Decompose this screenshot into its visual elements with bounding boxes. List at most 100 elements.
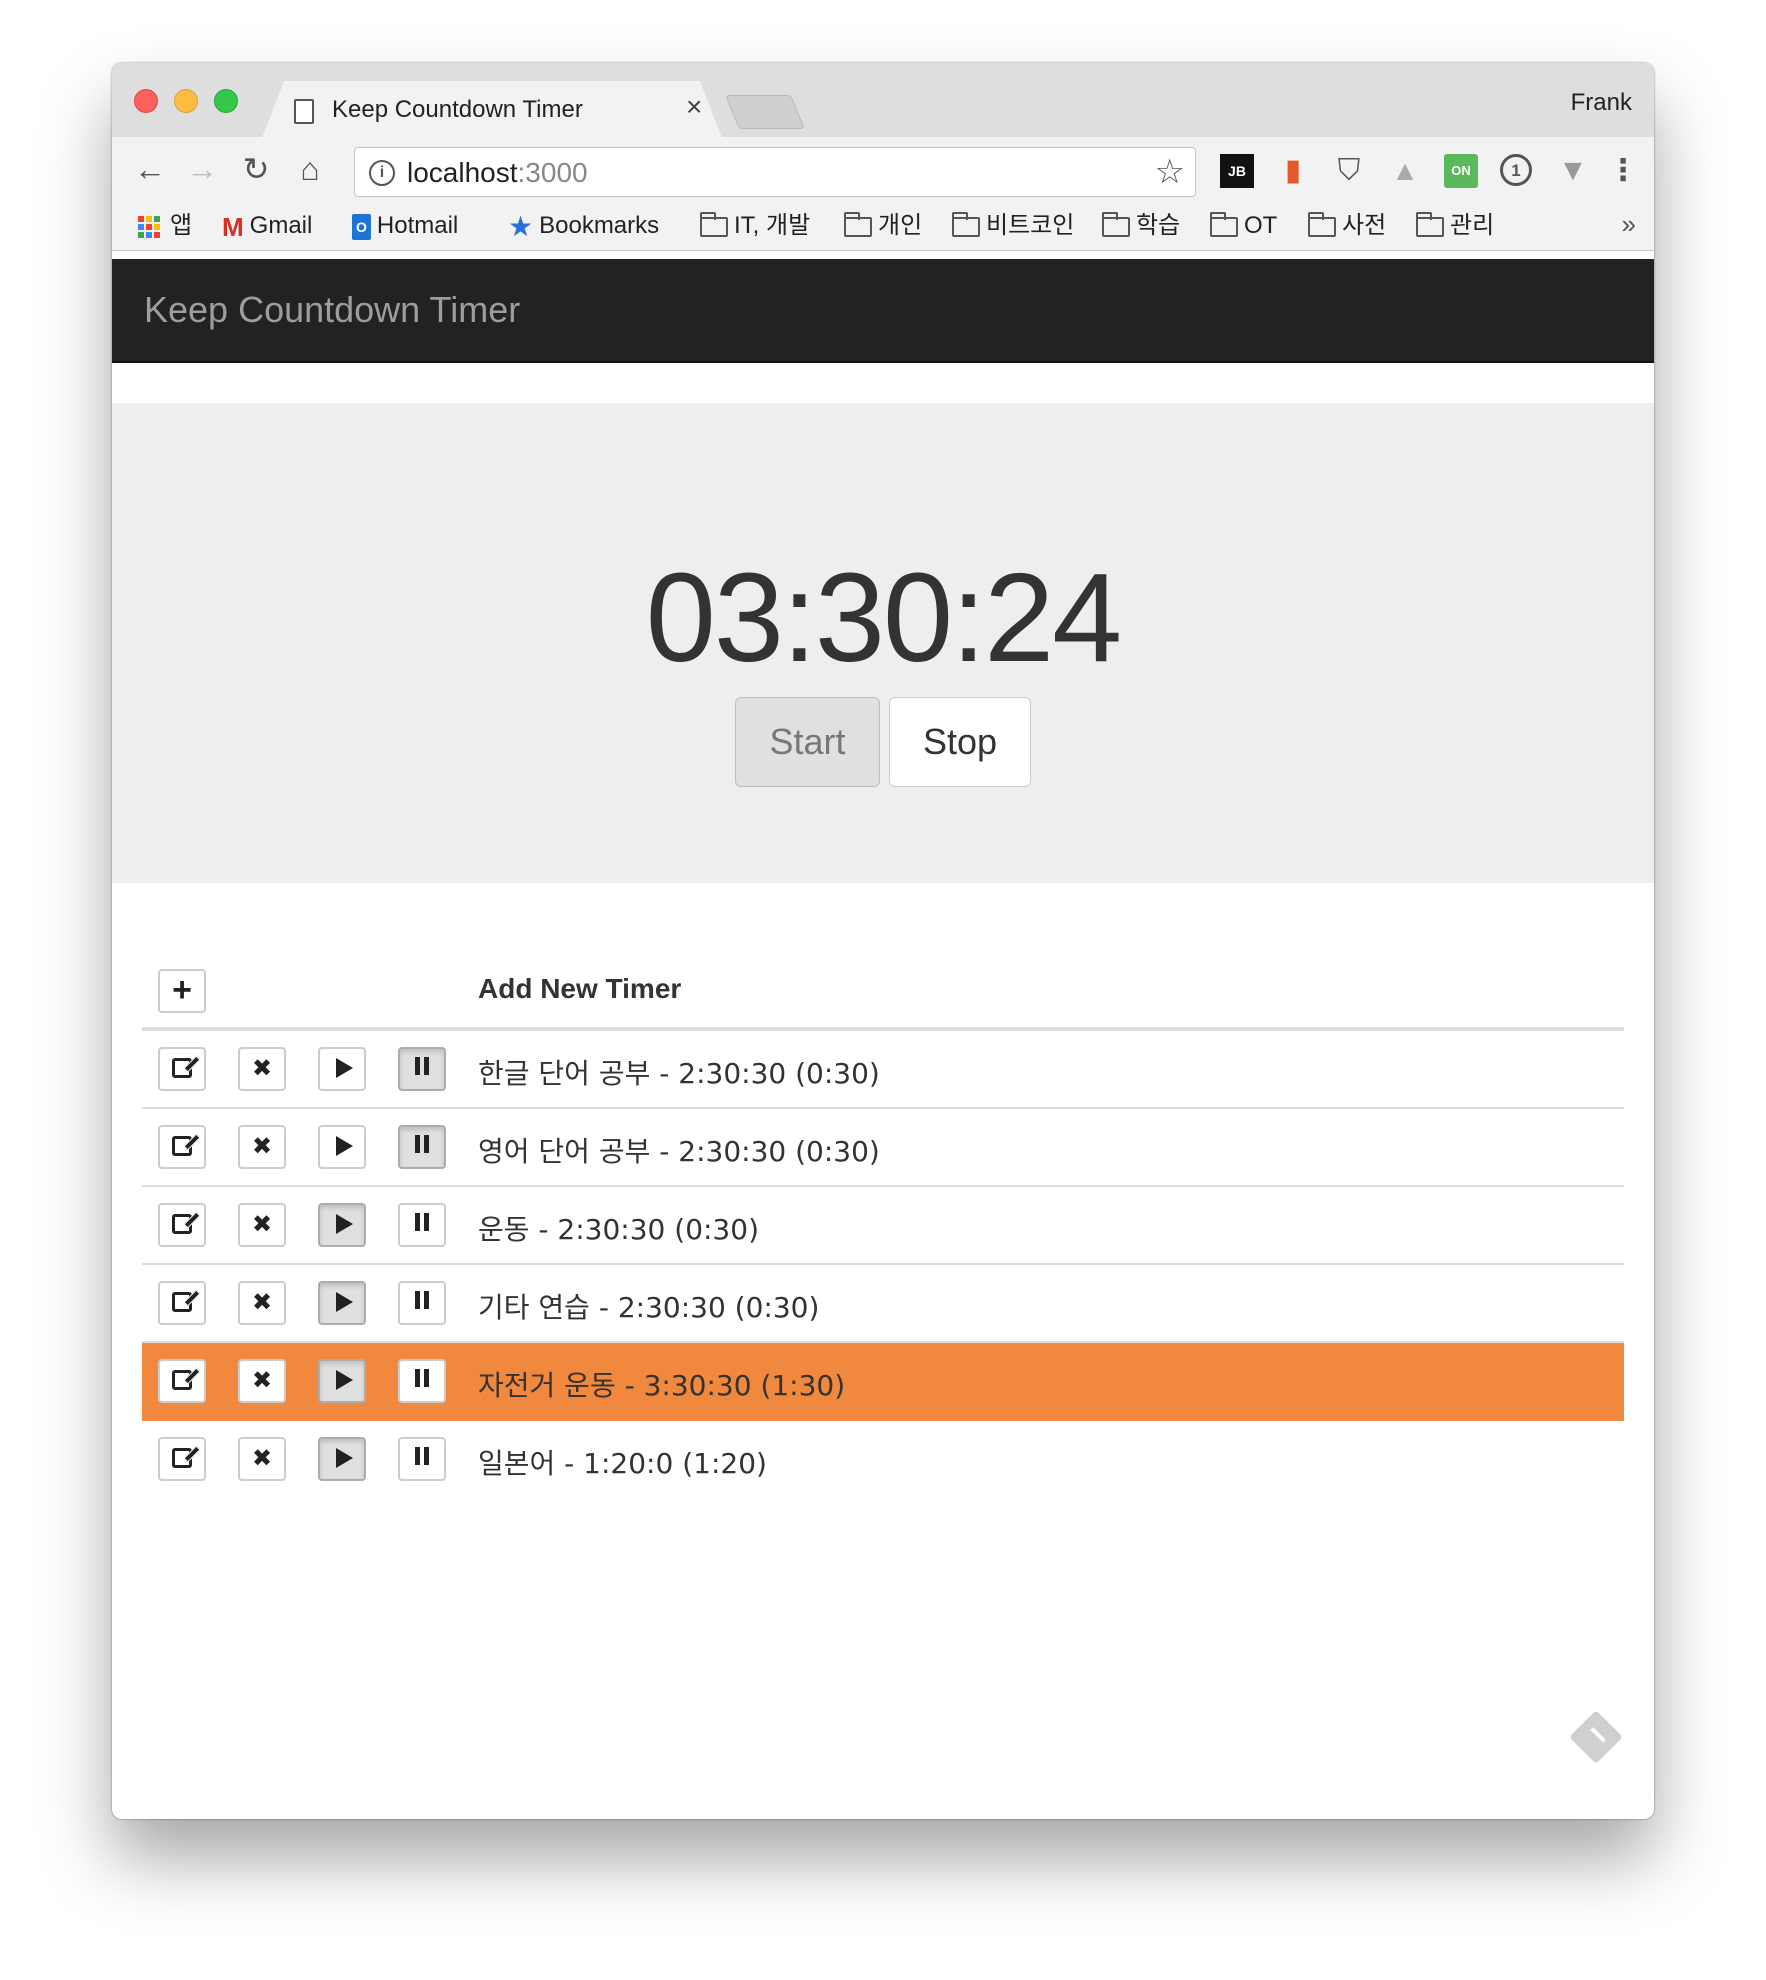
timer-label: 영어 단어 공부 - 2:30:30 (0:30) bbox=[478, 1135, 880, 1168]
delete-timer-button[interactable]: ✖ bbox=[238, 1281, 286, 1325]
forward-icon[interactable]: → bbox=[182, 147, 222, 191]
timer-label: 운동 - 2:30:30 (0:30) bbox=[478, 1213, 759, 1246]
vue-devtools-icon[interactable]: ▼ bbox=[1556, 154, 1590, 188]
pause-icon bbox=[413, 1438, 431, 1478]
outlook-icon: O bbox=[352, 213, 371, 240]
drive-icon[interactable]: ▲ bbox=[1388, 154, 1422, 188]
pause-timer-button[interactable] bbox=[398, 1359, 446, 1403]
tab-title: Keep Countdown Timer bbox=[332, 96, 583, 123]
bookmark-star-icon[interactable]: ☆ bbox=[1155, 152, 1185, 192]
address-bar[interactable]: i localhost:3000 ☆ bbox=[354, 147, 1196, 197]
play-icon bbox=[335, 1213, 353, 1234]
close-icon: ✖ bbox=[251, 1133, 273, 1160]
bookmark-folder-manage[interactable]: 관리 bbox=[1416, 211, 1494, 241]
office-icon[interactable]: ▮ bbox=[1276, 154, 1310, 188]
bookmark-folder-bitcoin[interactable]: 비트코인 bbox=[952, 211, 1074, 241]
timer-row[interactable]: ✖ 기타 연습 - 2:30:30 (0:30) bbox=[142, 1265, 1624, 1343]
pause-icon bbox=[413, 1282, 431, 1322]
start-button[interactable]: Start bbox=[735, 697, 880, 787]
pause-icon bbox=[413, 1204, 431, 1244]
pause-timer-button[interactable] bbox=[398, 1437, 446, 1481]
close-icon: ✖ bbox=[251, 1055, 273, 1082]
edit-icon bbox=[172, 1447, 192, 1468]
folder-icon bbox=[700, 211, 728, 237]
browser-window: Keep Countdown Timer × Frank ← → ↻ ⌂ i l… bbox=[112, 63, 1654, 1819]
delete-timer-button[interactable]: ✖ bbox=[238, 1437, 286, 1481]
bookmark-folder-study[interactable]: 학습 bbox=[1102, 211, 1180, 241]
pause-timer-button[interactable] bbox=[398, 1047, 446, 1091]
folder-icon bbox=[844, 211, 872, 237]
pause-timer-button[interactable] bbox=[398, 1125, 446, 1169]
edit-timer-button[interactable] bbox=[158, 1047, 206, 1091]
maximize-window-button[interactable] bbox=[214, 89, 238, 113]
close-window-button[interactable] bbox=[134, 89, 158, 113]
edit-icon bbox=[172, 1057, 192, 1078]
play-icon bbox=[335, 1135, 353, 1156]
bookmark-apps[interactable]: 앱 bbox=[138, 211, 192, 241]
star-icon: ★ bbox=[508, 210, 534, 242]
app-navbar: Keep Countdown Timer bbox=[112, 259, 1654, 363]
home-icon[interactable]: ⌂ bbox=[290, 147, 330, 191]
edit-timer-button[interactable] bbox=[158, 1359, 206, 1403]
bookmark-bookmarks[interactable]: ★ Bookmarks bbox=[508, 211, 659, 241]
edit-timer-button[interactable] bbox=[158, 1437, 206, 1481]
bookmarks-bar: 앱 M Gmail O Hotmail ★ Bookmarks IT, 개발 개인 비… bbox=[112, 201, 1654, 251]
on-extension-icon[interactable]: ON bbox=[1444, 154, 1478, 188]
edit-timer-button[interactable] bbox=[158, 1281, 206, 1325]
bookmarks-overflow-icon[interactable]: » bbox=[1622, 209, 1636, 240]
pause-timer-button[interactable] bbox=[398, 1203, 446, 1247]
pause-icon bbox=[413, 1126, 431, 1166]
info-icon[interactable]: i bbox=[369, 160, 395, 186]
delete-timer-button[interactable]: ✖ bbox=[238, 1203, 286, 1247]
play-timer-button[interactable] bbox=[318, 1125, 366, 1169]
title-bar: Keep Countdown Timer × Frank bbox=[112, 63, 1654, 138]
back-icon[interactable]: ← bbox=[130, 147, 170, 191]
timer-table: + Add New Timer ✖ 한글 단어 공부 - 2:30:30 (0:3… bbox=[142, 949, 1624, 1499]
timer-row[interactable]: ✖ 영어 단어 공부 - 2:30:30 (0:30) bbox=[142, 1109, 1624, 1187]
feedly-icon[interactable] bbox=[1569, 1710, 1623, 1764]
edit-icon bbox=[172, 1369, 192, 1390]
close-icon: ✖ bbox=[251, 1289, 273, 1316]
bookmark-folder-it[interactable]: IT, 개발 bbox=[700, 211, 810, 241]
timer-row[interactable]: ✖ 한글 단어 공부 - 2:30:30 (0:30) bbox=[142, 1031, 1624, 1109]
delete-timer-button[interactable]: ✖ bbox=[238, 1359, 286, 1403]
delete-timer-button[interactable]: ✖ bbox=[238, 1047, 286, 1091]
menu-icon[interactable]: ⋮ bbox=[1606, 154, 1640, 188]
timer-row[interactable]: ✖ 자전거 운동 - 3:30:30 (1:30) bbox=[142, 1343, 1624, 1421]
table-header: + Add New Timer bbox=[142, 949, 1624, 1031]
add-timer-button[interactable]: + bbox=[158, 969, 206, 1013]
stop-button[interactable]: Stop bbox=[889, 697, 1031, 787]
browser-toolbar: ← → ↻ ⌂ i localhost:3000 ☆ JB ▮ ⛉ ▲ ON 1… bbox=[112, 137, 1654, 201]
profile-name[interactable]: Frank bbox=[1571, 89, 1632, 117]
page-icon bbox=[294, 99, 314, 124]
bookmark-folder-personal[interactable]: 개인 bbox=[844, 211, 922, 241]
bookmark-gmail[interactable]: M Gmail bbox=[222, 211, 312, 242]
play-timer-button[interactable] bbox=[318, 1203, 366, 1247]
onepassword-icon[interactable]: 1 bbox=[1500, 154, 1532, 186]
reload-icon[interactable]: ↻ bbox=[236, 147, 276, 191]
play-timer-button[interactable] bbox=[318, 1047, 366, 1091]
new-tab-button[interactable] bbox=[725, 95, 805, 129]
pause-timer-button[interactable] bbox=[398, 1281, 446, 1325]
edit-timer-button[interactable] bbox=[158, 1203, 206, 1247]
delete-timer-button[interactable]: ✖ bbox=[238, 1125, 286, 1169]
play-timer-button[interactable] bbox=[318, 1281, 366, 1325]
app-brand[interactable]: Keep Countdown Timer bbox=[144, 289, 520, 331]
minimize-window-button[interactable] bbox=[174, 89, 198, 113]
play-timer-button[interactable] bbox=[318, 1437, 366, 1481]
tab-close-icon[interactable]: × bbox=[686, 93, 702, 121]
edit-icon bbox=[172, 1213, 192, 1234]
bookmark-folder-dictionary[interactable]: 사전 bbox=[1308, 211, 1386, 241]
folder-icon bbox=[1308, 211, 1336, 237]
folder-icon bbox=[952, 211, 980, 237]
bookmark-hotmail[interactable]: O Hotmail bbox=[352, 211, 458, 241]
timer-row[interactable]: ✖ 운동 - 2:30:30 (0:30) bbox=[142, 1187, 1624, 1265]
timer-row[interactable]: ✖ 일본어 - 1:20:0 (1:20) bbox=[142, 1421, 1624, 1499]
timer-label: 일본어 - 1:20:0 (1:20) bbox=[478, 1447, 767, 1480]
pocket-icon[interactable]: ⛉ bbox=[1332, 154, 1366, 188]
gmail-icon: M bbox=[222, 211, 244, 242]
jetbrains-icon[interactable]: JB bbox=[1220, 154, 1254, 188]
edit-timer-button[interactable] bbox=[158, 1125, 206, 1169]
play-timer-button[interactable] bbox=[318, 1359, 366, 1403]
bookmark-folder-ot[interactable]: OT bbox=[1210, 211, 1277, 241]
